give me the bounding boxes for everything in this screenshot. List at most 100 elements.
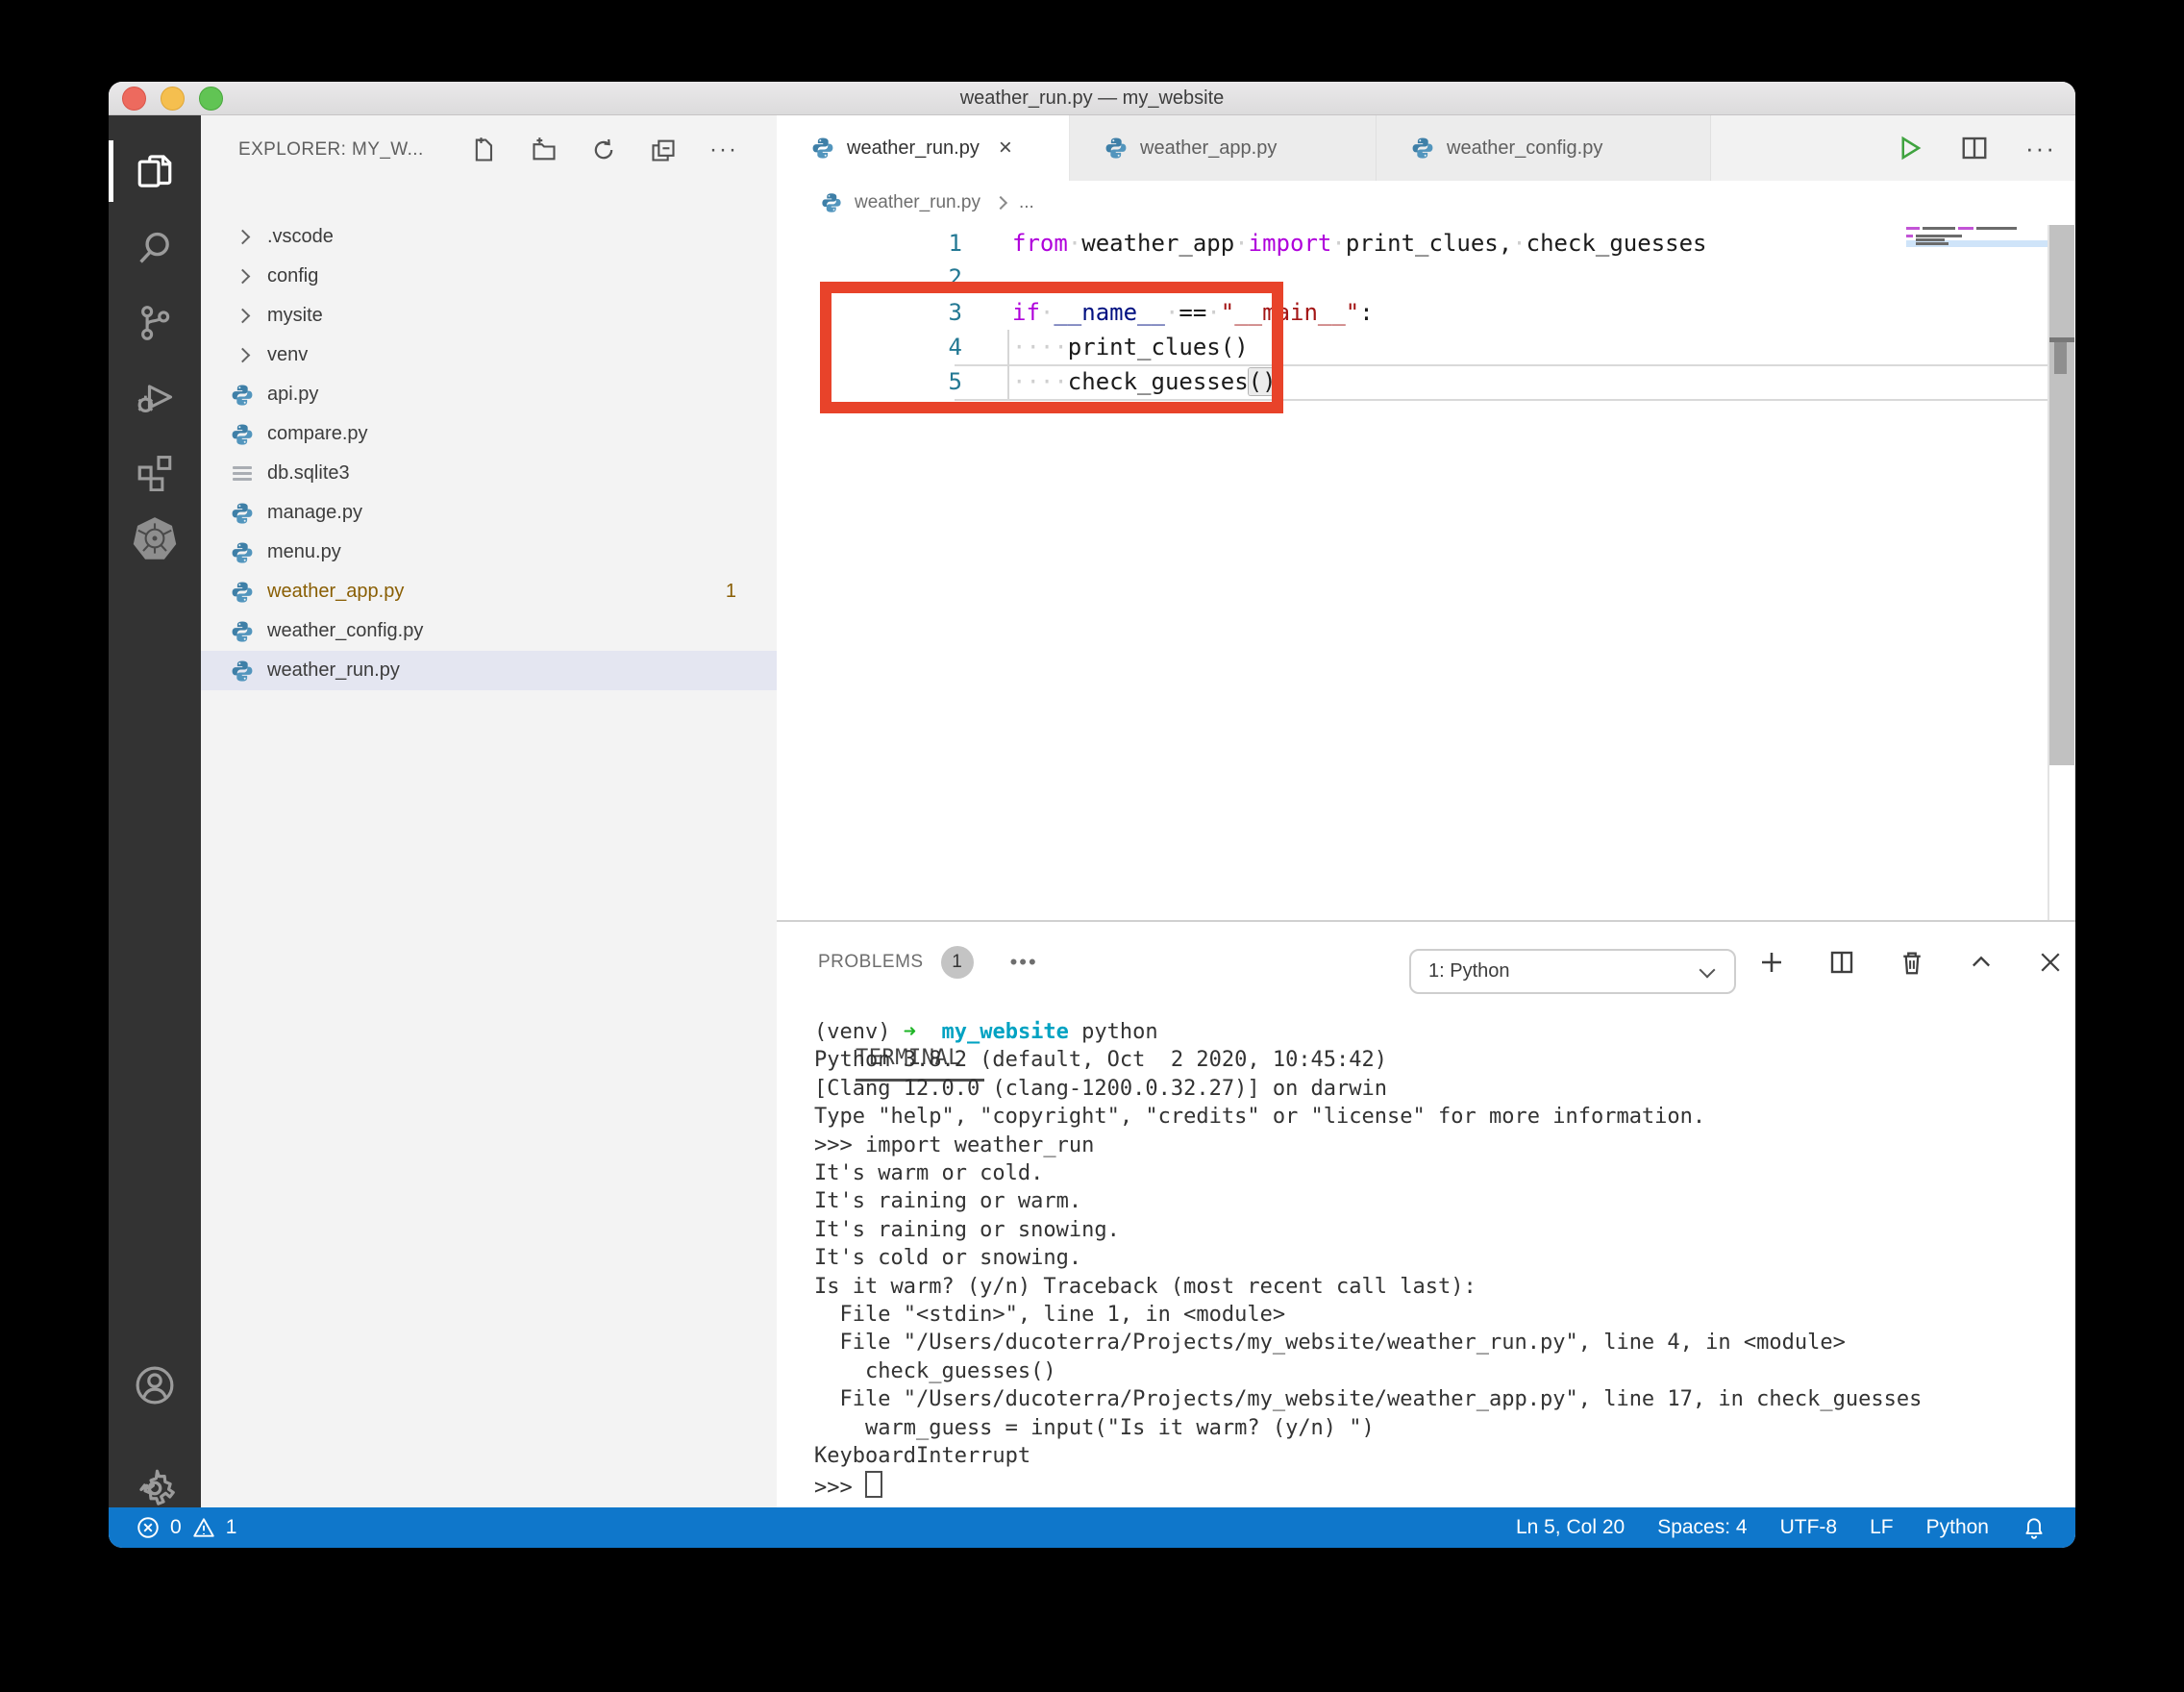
terminal-output[interactable]: (venv) ➜ my_website python Python 3.8.2 (… — [814, 1018, 2056, 1502]
annotation-red-box — [820, 282, 1283, 413]
run-debug-activity-button[interactable] — [109, 362, 201, 432]
file-row-api-py[interactable]: api.py — [201, 375, 777, 414]
file-row--vscode[interactable]: .vscode — [201, 217, 777, 257]
minimap[interactable] — [1906, 225, 2048, 283]
refresh-icon[interactable] — [590, 137, 617, 163]
split-terminal-icon[interactable] — [1827, 948, 1856, 977]
status-encoding[interactable]: UTF-8 — [1780, 1516, 1838, 1539]
status-bar: 0 1 Ln 5, Col 20 Spaces: 4 UTF-8 LF Python — [109, 1507, 2075, 1548]
terminal-cursor — [864, 1470, 882, 1498]
file-row-manage-py[interactable]: manage.py — [201, 493, 777, 533]
tab-label: weather_run.py — [847, 137, 980, 159]
folder-chevron-icon[interactable] — [230, 268, 255, 285]
tab-label: weather_app.py — [1140, 137, 1278, 159]
file-row-venv[interactable]: venv — [201, 336, 777, 375]
breadcrumb[interactable]: weather_run.py ... — [777, 181, 2075, 225]
maximize-panel-icon[interactable] — [1968, 949, 1995, 976]
editor-scrollbar[interactable] — [2049, 225, 2074, 765]
terminal-line: >>> — [814, 1470, 2056, 1502]
titlebar[interactable]: weather_run.py — my_website — [109, 82, 2075, 115]
status-cursor-position[interactable]: Ln 5, Col 20 — [1516, 1516, 1625, 1539]
file-list: .vscode config mysite venv api.py compare.p… — [201, 217, 777, 690]
file-row-weather_app-py[interactable]: weather_app.py 1 — [201, 572, 777, 611]
python-file-icon — [822, 193, 841, 212]
extensions-activity-button[interactable] — [109, 436, 201, 506]
bell-icon[interactable] — [2022, 1515, 2047, 1540]
file-row-compare-py[interactable]: compare.py — [201, 414, 777, 454]
editor-region: weather_run.py × weather_app.py weather_c… — [777, 115, 2075, 1507]
terminal-line: Type "help", "copyright", "credits" or "… — [814, 1105, 1706, 1130]
status-language-mode[interactable]: Python — [1926, 1516, 1989, 1539]
search-activity-button[interactable] — [109, 213, 201, 283]
explorer-activity-button[interactable] — [109, 138, 201, 208]
tab-problems[interactable]: PROBLEMS — [818, 922, 924, 1003]
code-editor[interactable]: 1 from·weather_app·import·print_clues,·ch… — [777, 225, 2075, 920]
collapse-folders-icon[interactable] — [650, 137, 677, 163]
editor-tab-weather_run-py[interactable]: weather_run.py × — [777, 115, 1070, 181]
kubernetes-icon — [133, 517, 177, 560]
breadcrumb-file[interactable]: weather_run.py — [855, 192, 980, 213]
terminal-line: File "/Users/ducoterra/Projects/my_websi… — [814, 1387, 1923, 1412]
editor-tab-weather_app-py[interactable]: weather_app.py — [1070, 115, 1377, 181]
folder-chevron-icon[interactable] — [230, 308, 255, 324]
status-right-items: Ln 5, Col 20 Spaces: 4 UTF-8 LF Python — [1516, 1515, 2047, 1540]
search-icon — [139, 232, 169, 263]
file-label: weather_config.py — [267, 620, 424, 641]
new-file-icon[interactable] — [471, 137, 498, 163]
kubernetes-activity-button[interactable] — [109, 504, 201, 573]
panel-more-icon[interactable]: ••• — [1010, 950, 1038, 975]
line-number: 1 — [948, 230, 962, 257]
python-file-icon — [232, 502, 253, 524]
problems-badge: 1 — [940, 946, 974, 979]
problems-label: PROBLEMS — [818, 952, 924, 972]
file-label: weather_app.py — [267, 581, 405, 602]
python-file-icon — [232, 541, 253, 563]
code-line-1[interactable]: 1 from·weather_app·import·print_clues,·ch… — [777, 226, 2075, 261]
git-branch-icon — [141, 306, 170, 340]
python-file-icon — [1105, 137, 1127, 159]
gear-icon — [139, 1469, 175, 1505]
breadcrumb-symbol[interactable]: ... — [1019, 192, 1034, 213]
editor-tab-weather_config-py[interactable]: weather_config.py — [1377, 115, 1711, 181]
window-title: weather_run.py — my_website — [959, 87, 1225, 109]
split-editor-icon[interactable] — [1960, 134, 1989, 162]
folder-chevron-icon[interactable] — [230, 229, 255, 245]
problems-status[interactable]: 0 1 — [136, 1515, 236, 1540]
file-label: .vscode — [267, 226, 334, 247]
python-file-icon — [232, 384, 253, 406]
python-file-icon — [1412, 137, 1433, 159]
close-panel-icon[interactable] — [2036, 948, 2065, 977]
terminal-select[interactable]: 1: Python — [1409, 949, 1736, 994]
problems-count-badge: 1 — [725, 581, 736, 602]
python-file-icon — [232, 423, 253, 445]
chevron-down-icon — [1699, 961, 1716, 979]
status-eol[interactable]: LF — [1870, 1516, 1894, 1539]
editor-more-actions-icon[interactable]: ··· — [2025, 134, 2056, 163]
terminal-line: Python 3.8.2 (default, Oct 2 2020, 10:45… — [814, 1048, 1388, 1073]
warning-count: 1 — [225, 1516, 237, 1538]
run-python-file-icon[interactable] — [1895, 134, 1923, 162]
new-folder-icon[interactable] — [531, 137, 558, 163]
more-actions-icon[interactable]: ··· — [709, 137, 738, 163]
file-row-weather_config-py[interactable]: weather_config.py — [201, 611, 777, 651]
terminal-line: File "/Users/ducoterra/Projects/my_websi… — [814, 1331, 1846, 1356]
folder-chevron-icon[interactable] — [230, 347, 255, 363]
scrollbar-thumb[interactable] — [2054, 342, 2067, 374]
account-button[interactable] — [109, 1351, 201, 1420]
file-row-config[interactable]: config — [201, 257, 777, 296]
editor-actions: ··· — [1895, 115, 2056, 181]
status-indentation[interactable]: Spaces: 4 — [1657, 1516, 1747, 1539]
new-terminal-icon[interactable] — [1757, 948, 1786, 977]
file-row-db-sqlite3[interactable]: db.sqlite3 — [201, 454, 777, 493]
file-row-menu-py[interactable]: menu.py — [201, 533, 777, 572]
kill-terminal-icon[interactable] — [1898, 948, 1926, 977]
file-row-weather_run-py[interactable]: weather_run.py — [201, 651, 777, 690]
python-file-icon — [820, 191, 843, 214]
tab-bar: weather_run.py × weather_app.py weather_c… — [777, 115, 2075, 181]
terminal-line: Is it warm? (y/n) Traceback (most recent… — [814, 1274, 1477, 1299]
file-row-mysite[interactable]: mysite — [201, 296, 777, 336]
close-tab-icon[interactable]: × — [999, 137, 1012, 160]
source-control-activity-button[interactable] — [109, 288, 201, 358]
terminal-line: It's cold or snowing. — [814, 1246, 1082, 1271]
terminal-line: check_guesses() — [814, 1358, 1056, 1383]
